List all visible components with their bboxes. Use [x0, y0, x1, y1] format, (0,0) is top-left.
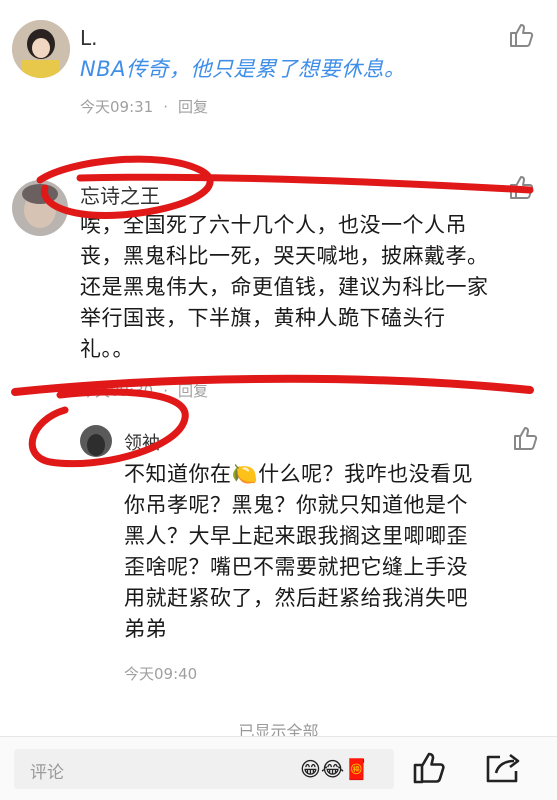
comment-text-line: 不知道你在🍋什么呢？我咋也没看见 [124, 462, 474, 486]
thumbs-up-icon[interactable] [508, 174, 534, 200]
thumbs-up-icon[interactable] [508, 22, 534, 48]
avatar[interactable] [80, 425, 112, 457]
comment-meta: 今天09:31 · 回复 [80, 96, 208, 117]
comment-text-line: 丧，黑鬼科比一死，哭天喊地，披麻戴孝。 [80, 244, 489, 268]
username[interactable]: L. [80, 26, 98, 50]
bottom-action-bar: 评论 😁😂🧧 [0, 736, 557, 800]
comment-text-line: 用就赶紧砍了，然后赶紧给我消失吧 [124, 586, 468, 610]
comment-item: 忘诗之王 唉，全国死了六十几个人，也没一个人吊 丧，黑鬼科比一死，哭天喊地，披麻… [0, 160, 557, 400]
comment-text-line: 弟弟 [124, 617, 167, 641]
comment-text-line: 举行国丧，下半旗，黄种人跪下磕头行 [80, 306, 446, 330]
separator-dot: · [163, 382, 169, 400]
avatar-photo [80, 425, 112, 457]
comment-text-line: 还是黑鬼伟大，命更值钱，建议为科比一家 [80, 275, 489, 299]
comment-input[interactable]: 评论 😁😂🧧 [14, 749, 394, 789]
thumbs-up-icon[interactable] [512, 425, 538, 451]
comment-placeholder: 评论 [30, 763, 64, 783]
avatar[interactable] [12, 180, 68, 236]
timestamp: 今天09:40 [124, 665, 198, 683]
comment-meta: 今天09:30 · 回复 [80, 380, 208, 401]
comment-item: L. NBA传奇，他只是累了想要休息。 今天09:31 · 回复 [0, 0, 557, 130]
share-icon[interactable] [484, 751, 522, 785]
comment-text: NBA传奇，他只是累了想要休息。 [80, 57, 406, 81]
comment-meta: 今天09:40 [124, 663, 197, 684]
comment-text-line: 礼。。 [80, 337, 134, 361]
timestamp: 今天09:30 [80, 382, 154, 400]
thumbs-up-icon[interactable] [412, 751, 446, 785]
avatar-photo [12, 180, 68, 236]
comment-text-line: 黑人？大早上起来跟我搁这里唧唧歪 [124, 524, 468, 548]
avatar[interactable] [12, 20, 70, 78]
timestamp: 今天09:31 [80, 98, 154, 116]
avatar-photo [12, 20, 70, 78]
username[interactable]: 领袖 [124, 429, 160, 455]
comment-text-line: 你吊孝呢？黑鬼？你就只知道他是个 [124, 493, 468, 517]
username[interactable]: 忘诗之王 [80, 180, 160, 209]
separator-dot: · [163, 98, 169, 116]
comment-text-line: 歪啥呢？嘴巴不需要就把它缝上手没 [124, 555, 468, 579]
reply-button[interactable]: 回复 [178, 98, 208, 116]
reply-button[interactable]: 回复 [178, 382, 208, 400]
emoji-shortcuts[interactable]: 😁😂🧧 [300, 757, 369, 781]
comment-text-line: 唉，全国死了六十几个人，也没一个人吊 [80, 213, 467, 237]
comment-item: 领袖 不知道你在🍋什么呢？我咋也没看见 你吊孝呢？黑鬼？你就只知道他是个 黑人？… [0, 415, 557, 695]
